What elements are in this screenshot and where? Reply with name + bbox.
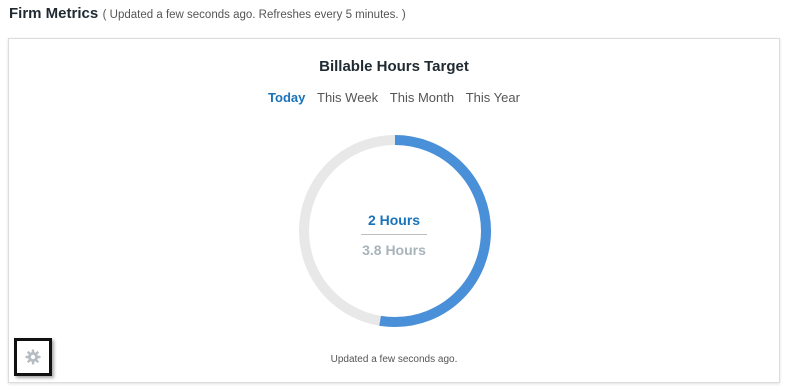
billable-hours-widget: Billable Hours Target Today This Week Th… xyxy=(8,38,780,383)
tab-today[interactable]: Today xyxy=(268,90,305,105)
settings-button[interactable] xyxy=(14,338,52,376)
tab-this-week[interactable]: This Week xyxy=(317,90,378,105)
donut-center-values: 2 Hours 3.8 Hours xyxy=(344,211,444,259)
refresh-status: ( Updated a few seconds ago. Refreshes e… xyxy=(102,9,406,21)
widget-title: Billable Hours Target xyxy=(319,58,469,75)
tab-this-year[interactable]: This Year xyxy=(466,90,520,105)
period-tabs: Today This Week This Month This Year xyxy=(9,90,779,105)
widget-updated-text: Updated a few seconds ago. xyxy=(330,354,458,365)
actual-hours: 2 Hours xyxy=(367,212,421,228)
value-divider xyxy=(361,234,427,235)
page-title: Firm Metrics xyxy=(9,5,99,22)
gear-icon xyxy=(25,349,41,365)
page-header: Firm Metrics ( Updated a few seconds ago… xyxy=(9,5,406,25)
target-hours: 3.8 Hours xyxy=(362,242,426,258)
tab-this-month[interactable]: This Month xyxy=(390,90,454,105)
